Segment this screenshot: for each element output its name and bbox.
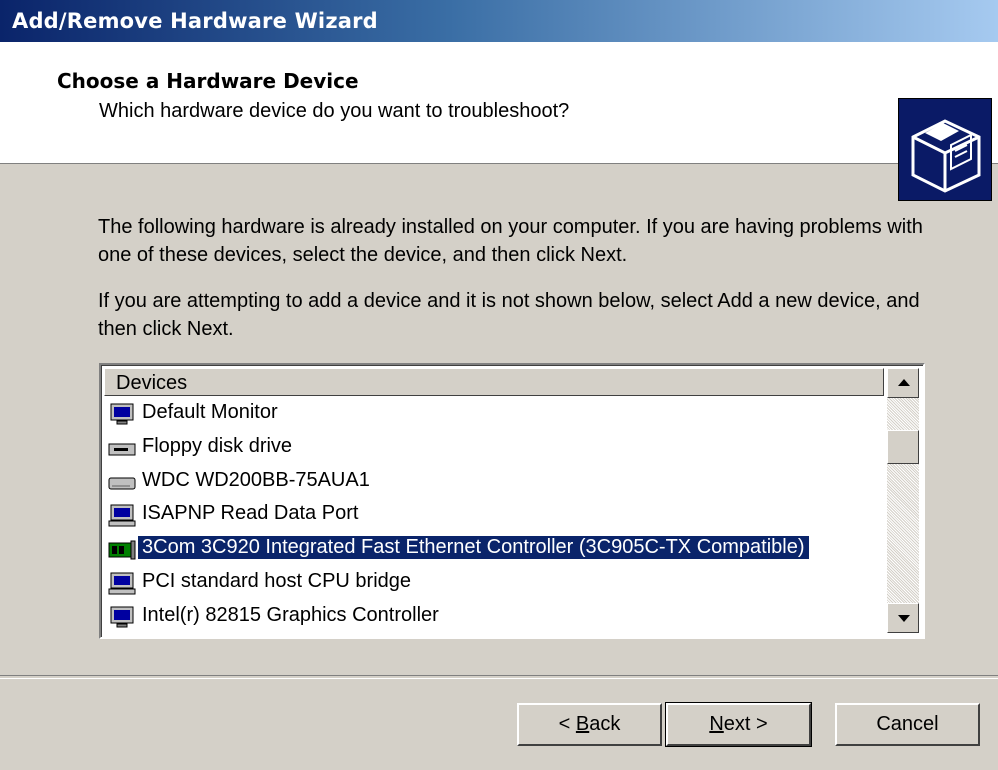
back-button[interactable]: < Back bbox=[517, 703, 662, 746]
device-row-intel-graphics[interactable]: Intel(r) 82815 Graphics Controller bbox=[104, 602, 884, 634]
device-label: Intel(r) 82815 Graphics Controller bbox=[142, 604, 439, 626]
floppy-drive-icon bbox=[108, 437, 136, 461]
column-header-label: Devices bbox=[116, 372, 188, 394]
scroll-thumb[interactable] bbox=[887, 430, 919, 464]
hardware-wizard-icon bbox=[898, 98, 992, 201]
device-label: 3Com 3C920 Integrated Fast Ethernet Cont… bbox=[137, 535, 810, 560]
device-row-3com-ethernet[interactable]: 3Com 3C920 Integrated Fast Ethernet Cont… bbox=[104, 534, 884, 566]
instructions-paragraph: The following hardware is already instal… bbox=[98, 216, 923, 266]
devices-column-header[interactable]: Devices bbox=[104, 368, 884, 396]
device-row-floppy[interactable]: Floppy disk drive bbox=[104, 433, 884, 465]
title-bar[interactable]: Add/Remove Hardware Wizard bbox=[0, 0, 998, 42]
footer-divider bbox=[0, 675, 998, 679]
add-device-paragraph: If you are attempting to add a device an… bbox=[98, 290, 920, 340]
device-row-pci-bridge[interactable]: PCI standard host CPU bridge bbox=[104, 568, 884, 600]
monitor-icon bbox=[108, 403, 136, 427]
scroll-up-button[interactable] bbox=[887, 368, 919, 398]
back-suffix: ack bbox=[589, 713, 621, 735]
computer-icon bbox=[108, 504, 136, 528]
next-button[interactable]: Next > bbox=[665, 702, 812, 747]
device-label: Default Monitor bbox=[142, 401, 278, 423]
wizard-header: Choose a Hardware Device Which hardware … bbox=[0, 42, 998, 201]
hard-disk-icon bbox=[108, 471, 136, 495]
back-prefix: < bbox=[558, 713, 576, 735]
cancel-button[interactable]: Cancel bbox=[835, 703, 980, 746]
devices-listbox[interactable]: Devices Default Monitor Floppy disk driv… bbox=[99, 363, 925, 639]
device-row-hard-disk[interactable]: WDC WD200BB-75AUA1 bbox=[104, 467, 884, 499]
monitor-icon bbox=[108, 606, 136, 630]
page-title: Choose a Hardware Device bbox=[57, 69, 359, 93]
back-accelerator: B bbox=[575, 713, 590, 735]
next-suffix: ext > bbox=[723, 713, 768, 735]
device-row-isapnp[interactable]: ISAPNP Read Data Port bbox=[104, 500, 884, 532]
window-title: Add/Remove Hardware Wizard bbox=[12, 9, 378, 33]
device-label: PCI standard host CPU bridge bbox=[142, 570, 412, 592]
device-label: ISAPNP Read Data Port bbox=[142, 502, 359, 524]
arrow-up-icon bbox=[898, 379, 910, 386]
page-subtitle: Which hardware device do you want to tro… bbox=[99, 100, 570, 122]
device-label: WDC WD200BB-75AUA1 bbox=[142, 469, 370, 491]
scroll-down-button[interactable] bbox=[887, 603, 919, 633]
arrow-down-icon bbox=[898, 615, 910, 622]
computer-icon bbox=[108, 572, 136, 596]
device-row-default-monitor[interactable]: Default Monitor bbox=[104, 399, 884, 431]
devices-scrollbar[interactable] bbox=[887, 368, 919, 633]
device-label: Floppy disk drive bbox=[142, 435, 293, 457]
network-card-icon bbox=[108, 538, 136, 562]
next-accelerator: N bbox=[709, 713, 724, 735]
wizard-window: Add/Remove Hardware Wizard Choose a Hard… bbox=[0, 0, 998, 770]
